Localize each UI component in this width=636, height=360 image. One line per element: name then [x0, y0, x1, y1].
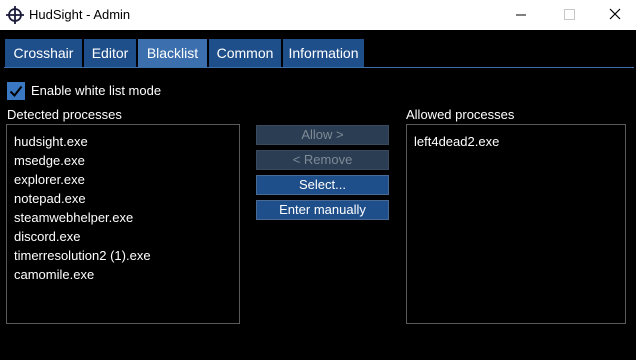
- maximize-button[interactable]: [546, 0, 592, 30]
- whitelist-label: Enable white list mode: [31, 83, 162, 98]
- checkmark-icon: [9, 85, 23, 98]
- allowed-processes-list[interactable]: left4dead2.exe: [406, 124, 626, 324]
- remove-button[interactable]: < Remove: [256, 150, 389, 170]
- detected-processes-list[interactable]: hudsight.exe msedge.exe explorer.exe not…: [6, 124, 240, 324]
- list-item[interactable]: timerresolution2 (1).exe: [14, 248, 151, 263]
- allowed-processes-label: Allowed processes: [406, 107, 515, 122]
- list-item[interactable]: notepad.exe: [14, 191, 86, 206]
- window-title: HudSight - Admin: [29, 7, 131, 22]
- list-item[interactable]: msedge.exe: [14, 153, 85, 168]
- close-button[interactable]: [592, 0, 636, 30]
- list-item[interactable]: left4dead2.exe: [414, 134, 499, 149]
- detected-processes-label: Detected processes: [7, 107, 122, 122]
- app-window: HudSight - Admin Crosshair Editor Blackl…: [0, 0, 636, 360]
- list-item[interactable]: steamwebhelper.exe: [14, 210, 133, 225]
- tab-common[interactable]: Common: [209, 39, 281, 67]
- list-item[interactable]: camomile.exe: [14, 267, 94, 282]
- list-item[interactable]: hudsight.exe: [14, 134, 88, 149]
- enter-manually-button[interactable]: Enter manually: [256, 200, 389, 220]
- tab-information[interactable]: Information: [283, 39, 364, 67]
- title-bar: HudSight - Admin: [0, 0, 636, 30]
- allow-button[interactable]: Allow >: [256, 125, 389, 145]
- tab-blacklist[interactable]: Blacklist: [138, 39, 207, 67]
- list-item[interactable]: explorer.exe: [14, 172, 85, 187]
- whitelist-checkbox[interactable]: [7, 82, 25, 100]
- close-icon: [609, 8, 621, 20]
- tab-editor[interactable]: Editor: [84, 39, 136, 67]
- list-item[interactable]: discord.exe: [14, 229, 80, 244]
- select-button[interactable]: Select...: [256, 175, 389, 195]
- tab-underline: [4, 67, 634, 68]
- crosshair-icon: [6, 6, 24, 24]
- tab-crosshair[interactable]: Crosshair: [5, 39, 82, 67]
- minimize-button[interactable]: [498, 0, 544, 30]
